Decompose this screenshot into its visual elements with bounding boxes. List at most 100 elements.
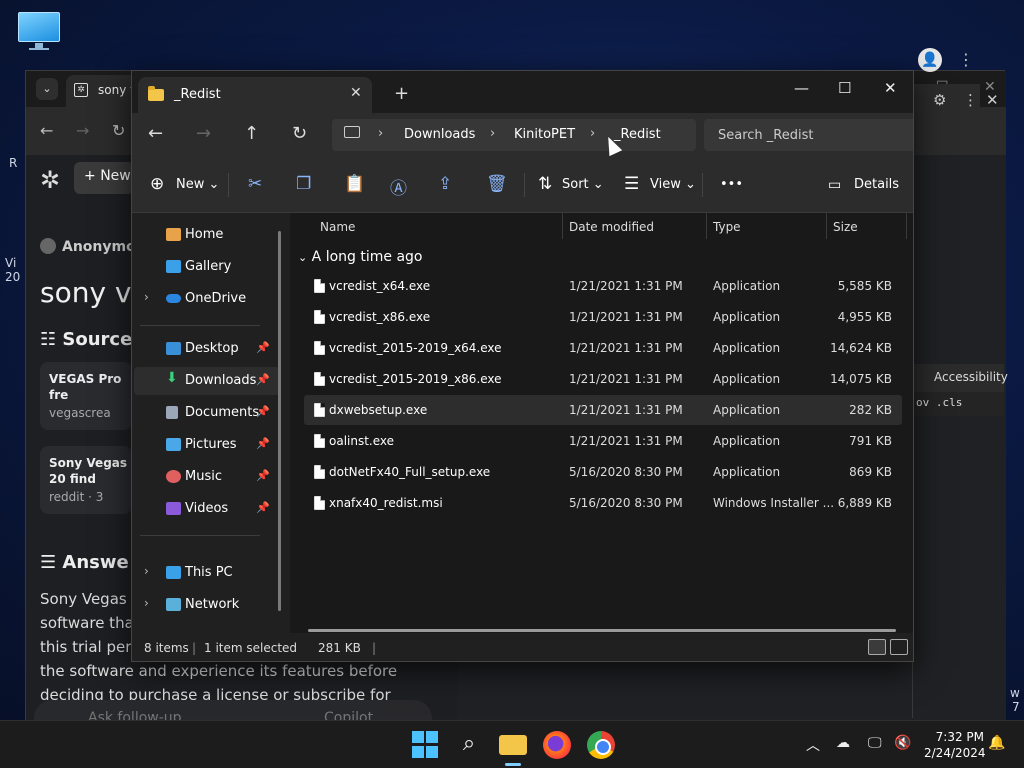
back-arrow-icon[interactable]: ←: [40, 121, 53, 140]
folder-icon: [148, 86, 164, 101]
up-arrow-icon[interactable]: ↑: [244, 123, 259, 144]
nav-pictures[interactable]: Pictures 📌: [134, 431, 280, 459]
browser-menu-icon[interactable]: ⋮: [958, 50, 974, 69]
source-card[interactable]: Sony Vegas 20 find working d reddit · 3: [40, 446, 132, 514]
view-button[interactable]: View ⌄: [650, 177, 696, 192]
more-options-button[interactable]: •••: [720, 177, 743, 192]
search-input[interactable]: [704, 119, 913, 151]
details-button[interactable]: Details: [854, 177, 899, 192]
profile-avatar-icon[interactable]: 👤: [918, 48, 942, 72]
column-header-size[interactable]: Size: [833, 220, 858, 234]
new-chat-button[interactable]: + New: [74, 162, 134, 194]
chevron-right-icon[interactable]: ›: [144, 596, 149, 610]
search-icon[interactable]: ⌕: [455, 731, 483, 759]
file-row-selected[interactable]: dxwebsetup.exe 1/21/2021 1:31 PM Applicati…: [304, 395, 902, 425]
file-explorer-icon[interactable]: [499, 735, 527, 755]
column-header-date[interactable]: Date modified: [569, 220, 654, 234]
column-divider[interactable]: [826, 213, 827, 239]
breadcrumb-kinitopet[interactable]: KinitoPET: [514, 127, 575, 142]
nav-network[interactable]: › Network: [134, 591, 280, 619]
devtools-close-icon[interactable]: ✕: [986, 91, 999, 109]
back-arrow-icon[interactable]: ←: [148, 123, 163, 144]
sort-icon[interactable]: ⇅: [538, 174, 552, 194]
nav-documents[interactable]: Documents 📌: [134, 399, 280, 427]
add-tab-button[interactable]: +: [394, 83, 409, 104]
breadcrumb-redist[interactable]: _Redist: [614, 127, 661, 142]
firefox-icon[interactable]: [543, 731, 571, 759]
network-icon[interactable]: 🖵: [868, 735, 882, 751]
details-view-icon[interactable]: [868, 639, 886, 655]
minimize-button[interactable]: —: [794, 79, 809, 97]
taskbar: ⌕ ︿ ☁ 🖵 🔇 7:32 PM 2/24/2024 🔔: [0, 720, 1024, 768]
maximize-button[interactable]: ☐: [838, 79, 851, 97]
paste-icon[interactable]: 📋: [344, 174, 365, 194]
forward-arrow-icon[interactable]: →: [196, 123, 211, 144]
chrome-icon[interactable]: [587, 731, 615, 759]
file-row[interactable]: vcredist_x86.exe 1/21/2021 1:31 PM Applica…: [304, 302, 902, 332]
column-divider[interactable]: [562, 213, 563, 239]
column-divider[interactable]: [906, 213, 907, 239]
nav-home[interactable]: Home: [134, 221, 280, 249]
chevron-right-icon[interactable]: ›: [144, 564, 149, 578]
tiles-view-icon[interactable]: [890, 639, 908, 655]
pin-icon: 📌: [256, 469, 270, 482]
address-bar[interactable]: › Downloads › KinitoPET › _Redist: [332, 119, 696, 151]
styles-filter-row[interactable]: ov .cls: [912, 392, 1004, 416]
file-icon: [314, 279, 325, 293]
cut-icon[interactable]: ✂: [248, 174, 262, 194]
horizontal-scrollbar[interactable]: [308, 629, 896, 632]
file-row[interactable]: vcredist_2015-2019_x64.exe 1/21/2021 1:31…: [304, 333, 902, 363]
chevron-right-icon[interactable]: ›: [378, 126, 383, 141]
refresh-icon[interactable]: ↻: [292, 123, 307, 144]
chevron-down-icon[interactable]: ⌄: [36, 78, 58, 100]
devtools-menu-icon[interactable]: ⋮: [963, 91, 978, 109]
file-row[interactable]: dotNetFx40_Full_setup.exe 5/16/2020 8:30 …: [304, 457, 902, 487]
nav-this-pc[interactable]: › This PC: [134, 559, 280, 587]
nav-desktop[interactable]: Desktop 📌: [134, 335, 280, 363]
chevron-right-icon[interactable]: ›: [144, 290, 149, 304]
gear-icon[interactable]: ⚙: [933, 91, 946, 109]
column-header-name[interactable]: Name: [320, 220, 355, 234]
onedrive-offline-icon[interactable]: ☁: [836, 735, 850, 751]
close-tab-icon[interactable]: ✕: [350, 85, 362, 101]
new-button[interactable]: New ⌄: [176, 177, 219, 192]
share-icon[interactable]: ⇪: [438, 174, 452, 194]
column-header-type[interactable]: Type: [713, 220, 741, 234]
column-divider[interactable]: [706, 213, 707, 239]
refresh-icon[interactable]: ↻: [112, 121, 125, 140]
rename-icon[interactable]: Ⓐ: [390, 174, 407, 199]
nav-music[interactable]: Music 📌: [134, 463, 280, 491]
volume-muted-icon[interactable]: 🔇: [894, 735, 911, 751]
delete-icon[interactable]: 🗑: [486, 174, 508, 194]
chevron-up-icon[interactable]: ︿: [806, 735, 820, 755]
nav-gallery[interactable]: Gallery: [134, 253, 280, 281]
this-pc-desktop-icon[interactable]: [16, 10, 62, 50]
file-row[interactable]: vcredist_x64.exe 1/21/2021 1:31 PM Applica…: [304, 271, 902, 301]
chevron-right-icon[interactable]: ›: [590, 126, 595, 141]
group-header[interactable]: ⌄ A long time ago: [298, 249, 422, 265]
new-plus-icon[interactable]: ⊕: [150, 174, 164, 194]
file-row[interactable]: vcredist_2015-2019_x86.exe 1/21/2021 1:31…: [304, 364, 902, 394]
copilot-logo-icon[interactable]: ✲: [40, 166, 60, 194]
nav-onedrive[interactable]: › OneDrive: [134, 285, 280, 313]
chevron-down-icon[interactable]: ⌄: [298, 251, 307, 264]
chevron-right-icon[interactable]: ›: [490, 126, 495, 141]
file-row[interactable]: oalinst.exe 1/21/2021 1:31 PM Application 7…: [304, 426, 902, 456]
nav-scrollbar[interactable]: [278, 231, 281, 611]
sort-button[interactable]: Sort ⌄: [562, 177, 604, 192]
notification-bell-icon[interactable]: 🔔: [988, 735, 1005, 751]
forward-arrow-icon[interactable]: →: [76, 121, 89, 140]
nav-videos[interactable]: Videos 📌: [134, 495, 280, 523]
details-pane-icon[interactable]: ▭: [828, 177, 841, 193]
source-card[interactable]: VEGAS Pro fre vegascrea: [40, 362, 132, 430]
copy-icon[interactable]: ❐: [296, 174, 311, 194]
start-windows-icon[interactable]: [412, 731, 440, 759]
close-button[interactable]: ✕: [884, 79, 897, 97]
accessibility-tab[interactable]: Accessibility: [914, 364, 1008, 392]
view-icon[interactable]: ☰: [624, 174, 639, 194]
system-clock[interactable]: 7:32 PM 2/24/2024: [924, 729, 986, 761]
breadcrumb-downloads[interactable]: Downloads: [404, 127, 475, 142]
explorer-tab[interactable]: _Redist ✕: [138, 77, 372, 113]
file-row[interactable]: xnafx40_redist.msi 5/16/2020 8:30 PM Windo…: [304, 488, 902, 518]
nav-downloads[interactable]: ⬇ Downloads 📌: [134, 367, 280, 395]
